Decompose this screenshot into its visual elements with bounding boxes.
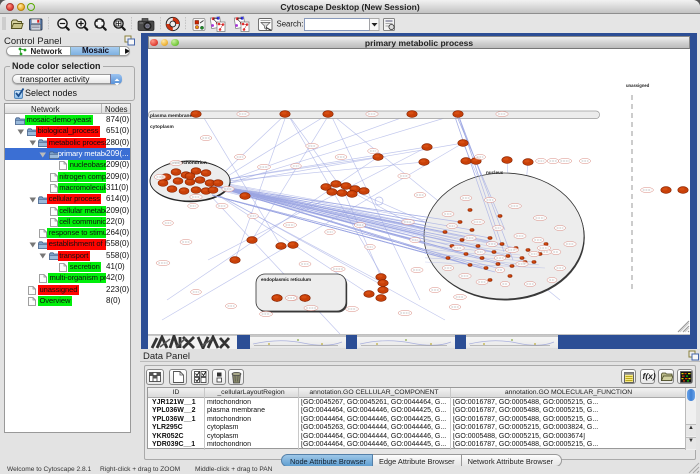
- svg-text:cytoplasm: cytoplasm: [150, 124, 174, 130]
- svg-text:Search:: Search:: [277, 20, 304, 29]
- svg-text:nucleus: nucleus: [486, 170, 504, 175]
- svg-text:unassigned: unassigned: [626, 83, 650, 88]
- svg-text:plasma membrane: plasma membrane: [150, 113, 192, 119]
- svg-text:endoplasmic reticulum: endoplasmic reticulum: [261, 277, 311, 282]
